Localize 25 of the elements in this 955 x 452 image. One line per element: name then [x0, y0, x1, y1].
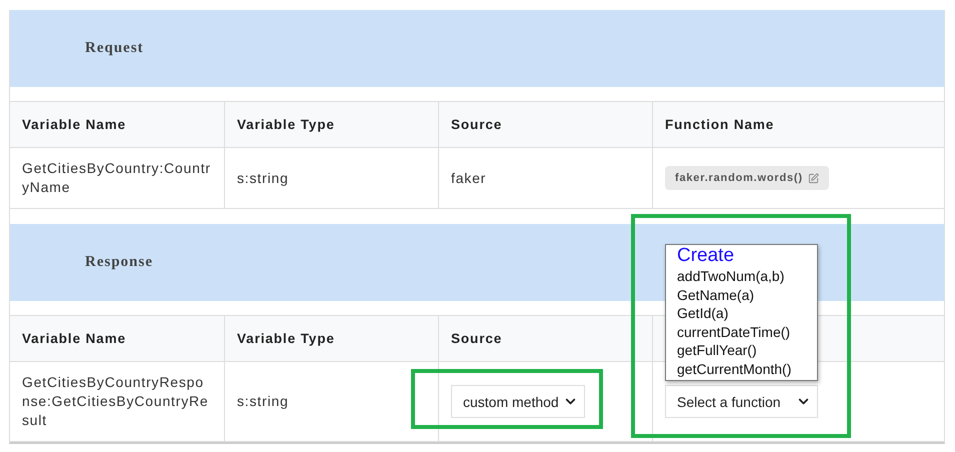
source-text: faker	[451, 168, 486, 188]
column-header: Source	[451, 117, 502, 132]
variable-type: s:string	[237, 392, 289, 411]
variable-name: GetCitiesByCountry:CountryName	[22, 159, 212, 197]
dropdown-option[interactable]: getCurrentMonth()	[677, 360, 817, 378]
variable-name: GetCitiesByCountryResponse:GetCitiesByCountryResult	[22, 373, 210, 430]
select-field[interactable]: custom method	[451, 385, 585, 418]
function-badge[interactable]: faker.random.words()	[665, 166, 829, 190]
column-header: Function Name	[665, 117, 774, 132]
section-title: Response	[85, 254, 154, 271]
dropdown-option[interactable]: currentDateTime()	[677, 322, 817, 341]
select-field[interactable]: Select a function	[665, 385, 818, 418]
dropdown-option[interactable]: GetName(a)	[677, 286, 817, 304]
variable-type: s:string	[237, 168, 289, 188]
column-header: Variable Name	[22, 331, 126, 346]
create-link[interactable]: Create	[677, 245, 817, 267]
dropdown-option[interactable]: GetId(a)	[677, 304, 817, 322]
dropdown-option[interactable]: addTwoNum(a,b)	[677, 267, 817, 286]
column-header: Source	[451, 331, 502, 346]
column-header: Variable Type	[237, 117, 335, 132]
edit-icon[interactable]	[808, 172, 819, 184]
column-header: Variable Type	[237, 331, 335, 346]
dropdown-option[interactable]: getFullYear()	[677, 341, 817, 360]
section-title: Request	[85, 40, 144, 57]
column-header: Variable Name	[22, 117, 126, 132]
